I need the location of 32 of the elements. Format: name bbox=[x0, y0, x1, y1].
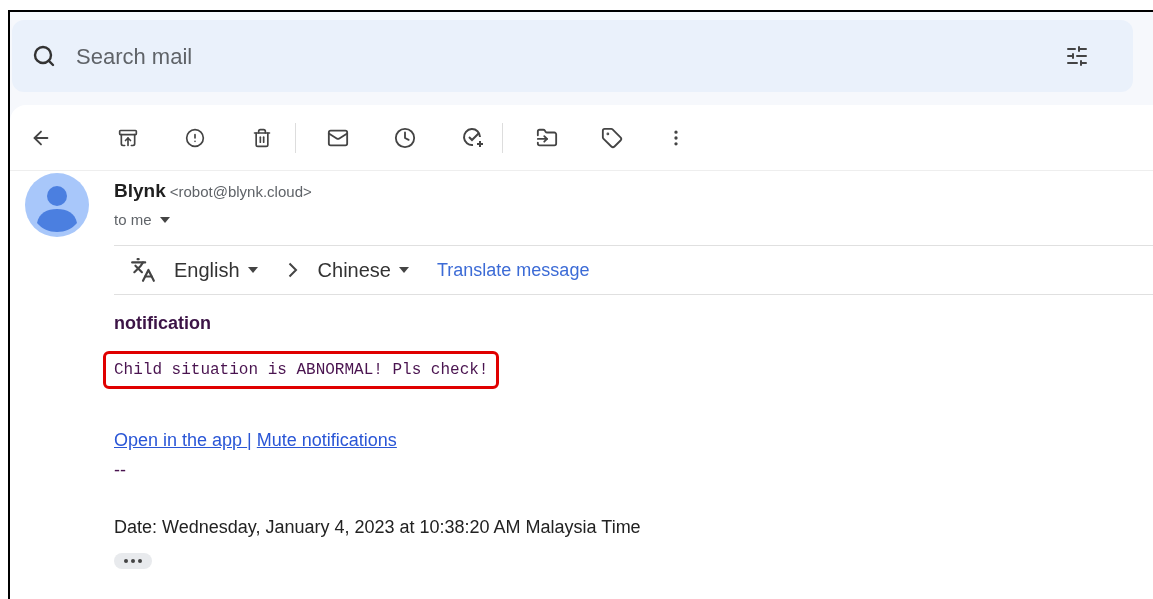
sender-name: Blynk bbox=[114, 179, 166, 203]
search-icon[interactable] bbox=[32, 44, 56, 68]
clock-icon[interactable] bbox=[394, 126, 416, 149]
sender-email: <robot@blynk.cloud> bbox=[169, 182, 312, 202]
translate-message-link[interactable]: Translate message bbox=[437, 256, 590, 284]
alert-message: Child situation is ABNORMAL! Pls check! bbox=[103, 351, 500, 389]
caret-icon bbox=[399, 267, 409, 273]
mute-notifications-link[interactable]: Mute notifications bbox=[256, 427, 397, 454]
add-task-icon[interactable] bbox=[461, 125, 485, 150]
search-bar[interactable]: Search mail bbox=[12, 20, 1133, 92]
show-trimmed-content-button[interactable] bbox=[114, 553, 152, 569]
link-separator: | bbox=[247, 429, 252, 452]
filter-options-icon[interactable] bbox=[1065, 44, 1089, 68]
chevron-right-icon bbox=[287, 262, 298, 278]
move-to-folder-icon[interactable] bbox=[536, 126, 558, 149]
label-icon[interactable] bbox=[601, 126, 623, 149]
email-heading: notification bbox=[114, 312, 212, 335]
archive-icon[interactable] bbox=[118, 127, 138, 148]
date-text: Date: Wednesday, January 4, 2023 at 10:38:20 AM Malaysia Time bbox=[114, 516, 642, 539]
translate-icon bbox=[130, 257, 156, 283]
avatar-icon bbox=[25, 173, 89, 237]
caret-icon bbox=[247, 267, 258, 273]
spam-icon[interactable] bbox=[185, 127, 205, 148]
source-language-dropdown[interactable]: English bbox=[174, 255, 258, 285]
search-field[interactable]: Search mail bbox=[76, 39, 1045, 73]
signature-dash: -- bbox=[114, 460, 127, 480]
ellipsis-icon bbox=[123, 559, 143, 563]
recipient-dropdown[interactable]: to me bbox=[114, 208, 170, 231]
open-app-link[interactable]: Open in the app bbox=[114, 427, 248, 454]
delete-icon[interactable] bbox=[252, 127, 272, 148]
target-language-dropdown[interactable]: Chinese bbox=[317, 255, 409, 285]
caret-icon bbox=[159, 216, 170, 223]
